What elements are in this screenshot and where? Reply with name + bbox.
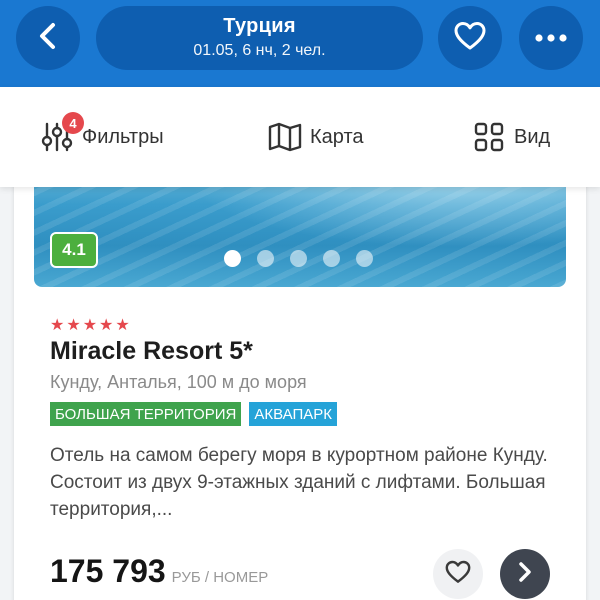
tag-aquapark: АКВАПАРК bbox=[249, 402, 337, 426]
filters-button[interactable]: 4 Фильтры bbox=[40, 87, 164, 187]
grid-view-icon bbox=[472, 120, 506, 154]
filters-count-badge: 4 bbox=[62, 112, 84, 134]
map-icon bbox=[268, 120, 302, 154]
carousel-dots bbox=[224, 250, 373, 267]
price: 175 793 РУБ / НОМЕР bbox=[50, 553, 268, 590]
heart-icon bbox=[454, 21, 486, 56]
carousel-dot[interactable] bbox=[290, 250, 307, 267]
filter-toolbar: 4 Фильтры Карта Вид bbox=[0, 87, 600, 187]
chevron-right-icon bbox=[517, 561, 533, 588]
hotel-card[interactable]: 4.1 ★★★★★ Miracle Resort 5* Кунду, Антал… bbox=[14, 150, 586, 600]
star-rating: ★★★★★ bbox=[50, 317, 132, 334]
view-button[interactable]: Вид bbox=[472, 87, 550, 187]
more-dots-icon bbox=[535, 29, 567, 47]
search-params: 01.05, 6 нч, 2 чел. bbox=[193, 42, 326, 59]
filters-label: Фильтры bbox=[82, 125, 164, 148]
page-title: Турция bbox=[223, 15, 296, 37]
sliders-icon: 4 bbox=[40, 112, 84, 154]
map-label: Карта bbox=[310, 125, 364, 148]
map-button[interactable]: Карта bbox=[268, 87, 364, 187]
carousel-dot[interactable] bbox=[224, 250, 241, 267]
chevron-left-icon bbox=[36, 22, 60, 55]
open-hotel-button[interactable] bbox=[500, 549, 550, 599]
price-unit: РУБ / НОМЕР bbox=[171, 569, 269, 586]
carousel-dot[interactable] bbox=[257, 250, 274, 267]
rating-badge: 4.1 bbox=[50, 232, 98, 268]
back-button[interactable] bbox=[16, 6, 80, 70]
more-button[interactable] bbox=[519, 6, 583, 70]
hotel-tags: БОЛЬШАЯ ТЕРРИТОРИЯ АКВАПАРК bbox=[50, 402, 337, 426]
search-summary-button[interactable]: Турция 01.05, 6 нч, 2 чел. bbox=[96, 6, 423, 70]
hotel-name[interactable]: Miracle Resort 5* bbox=[50, 337, 253, 366]
hotel-location: Кунду, Анталья, 100 м до моря bbox=[50, 372, 307, 392]
tag-territory: БОЛЬШАЯ ТЕРРИТОРИЯ bbox=[50, 402, 242, 426]
carousel-dot[interactable] bbox=[323, 250, 340, 267]
carousel-dot[interactable] bbox=[356, 250, 373, 267]
card-favorite-button[interactable] bbox=[433, 549, 483, 599]
hotel-description: Отель на самом берегу моря в курортном р… bbox=[50, 445, 548, 520]
price-value: 175 793 bbox=[50, 553, 166, 589]
heart-outline-icon bbox=[445, 560, 471, 589]
favorite-button[interactable] bbox=[438, 6, 502, 70]
view-label: Вид bbox=[514, 125, 551, 148]
top-bar: Турция 01.05, 6 нч, 2 чел. bbox=[0, 0, 600, 87]
